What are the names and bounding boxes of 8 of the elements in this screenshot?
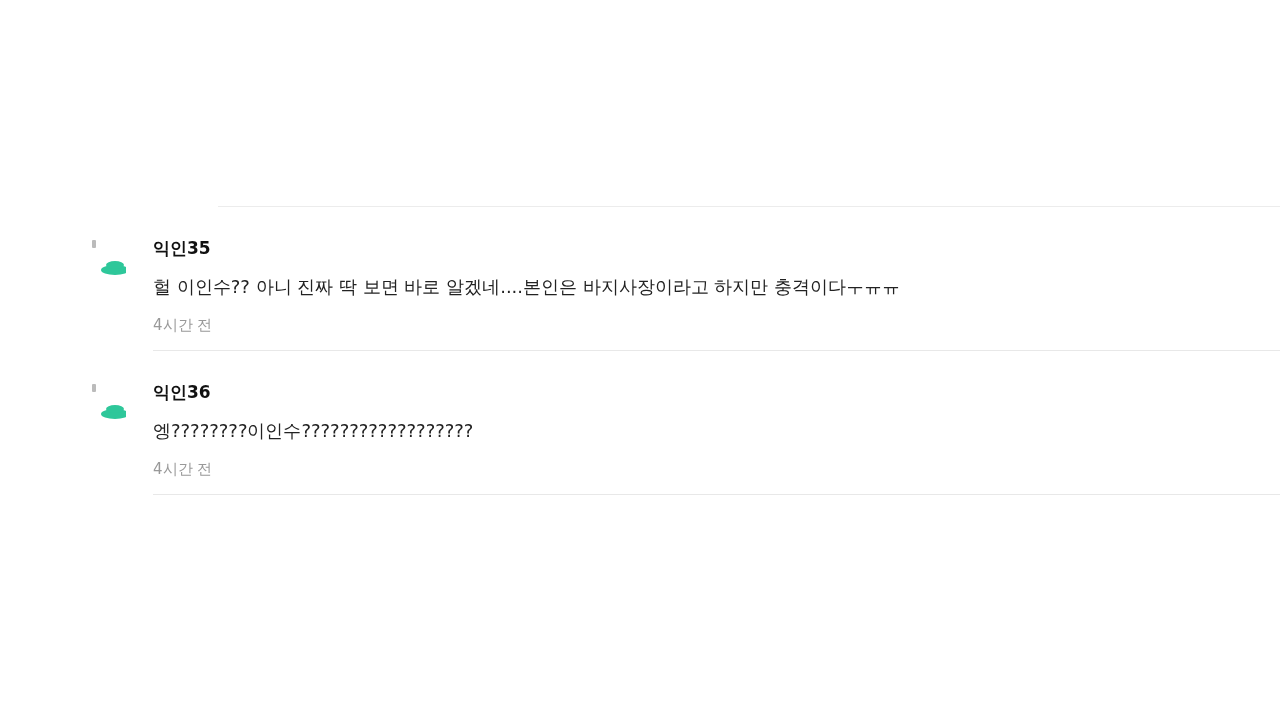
- comment-author: 익인36: [153, 381, 212, 404]
- comment-text: 헐 이인수?? 아니 진짜 딱 보면 바로 알겠네....본인은 바지사장이라고 하지만 충격이다ㅜㅠㅠ: [153, 275, 902, 299]
- avatar-icon: [90, 384, 126, 420]
- comment-text: 엥????????이인수??????????????????: [153, 419, 475, 443]
- comment-time: 4시간 전: [153, 316, 214, 335]
- comment-time: 4시간 전: [153, 460, 214, 479]
- comment-author: 익인35: [153, 237, 212, 260]
- avatar-icon: [90, 240, 126, 276]
